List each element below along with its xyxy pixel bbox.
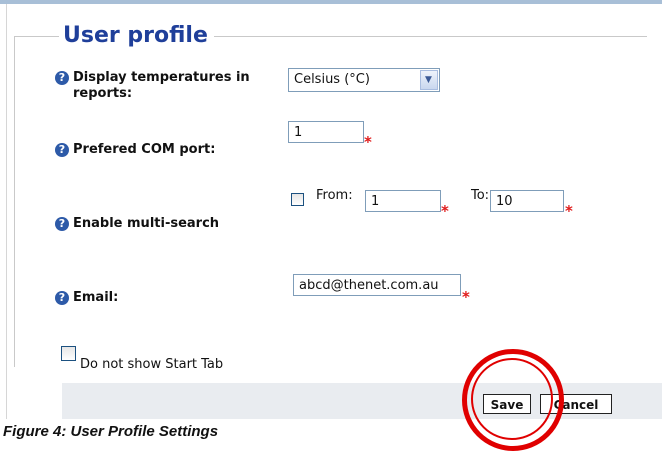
chevron-down-icon: ▼: [425, 75, 432, 85]
temperature-select-value: Celsius (°C): [294, 72, 370, 87]
start-tab-checkbox[interactable]: [61, 346, 76, 361]
com-port-input[interactable]: [288, 121, 364, 143]
required-marker: *: [441, 202, 449, 220]
required-marker: *: [565, 202, 573, 220]
start-tab-label: Do not show Start Tab: [80, 357, 224, 372]
email-label: Email:: [73, 290, 119, 305]
multi-search-checkbox[interactable]: [291, 193, 304, 206]
figure-caption: Figure 4: User Profile Settings: [3, 423, 219, 440]
from-label: From:: [316, 188, 353, 203]
page-title: User profile: [59, 22, 214, 50]
to-input[interactable]: [490, 190, 564, 212]
com-port-label: Prefered COM port:: [73, 142, 216, 157]
help-icon[interactable]: ?: [55, 217, 69, 231]
help-icon[interactable]: ?: [55, 291, 69, 305]
to-label: To:: [471, 188, 490, 203]
temperature-label: Display temperatures in reports:: [73, 70, 250, 101]
help-icon[interactable]: ?: [55, 143, 69, 157]
dropdown-button[interactable]: ▼: [420, 70, 438, 90]
required-marker: *: [364, 133, 372, 151]
highlight-ring-inner: [471, 358, 553, 440]
help-icon[interactable]: ?: [55, 71, 69, 85]
temperature-select[interactable]: Celsius (°C) ▼: [288, 68, 440, 92]
multi-search-label: Enable multi-search: [73, 216, 220, 231]
email-input[interactable]: [293, 274, 461, 296]
required-marker: *: [462, 288, 470, 306]
from-input[interactable]: [365, 190, 441, 212]
